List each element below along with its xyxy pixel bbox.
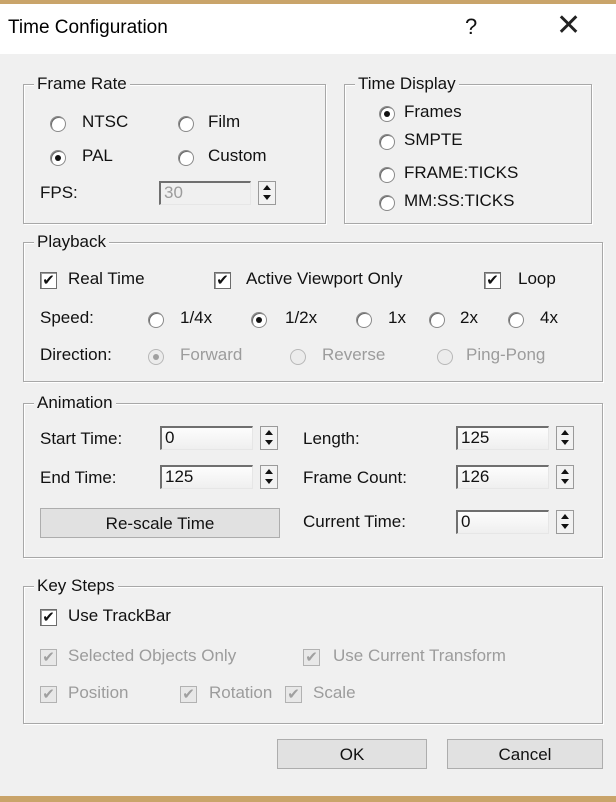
use-trackbar-label: Use TrackBar [68, 606, 171, 625]
direction-label: Direction: [40, 345, 112, 364]
spinner-up-icon[interactable] [557, 427, 573, 438]
start-time-label: Start Time: [40, 429, 123, 448]
radio-speed-4x[interactable] [508, 312, 524, 328]
radio-mm-ss-ticks-label: MM:SS:TICKS [404, 191, 515, 210]
checkbox-rotation: ✔ [180, 686, 197, 703]
direction-forward-label: Forward [180, 345, 243, 364]
end-time-spinner[interactable] [260, 465, 278, 489]
scale-label: Scale [313, 683, 356, 702]
spinner-up-icon[interactable] [261, 427, 277, 438]
checkbox-scale: ✔ [285, 686, 302, 703]
length-spinner[interactable] [556, 426, 574, 450]
spinner-up-icon[interactable] [557, 466, 573, 477]
selected-objects-only-label: Selected Objects Only [68, 646, 237, 665]
spinner-down-icon[interactable] [557, 522, 573, 533]
radio-pal[interactable] [50, 150, 66, 166]
spinner-down-icon[interactable] [557, 438, 573, 449]
end-time-label: End Time: [40, 468, 117, 487]
key-steps-legend: Key Steps [34, 575, 118, 597]
radio-frames-label: Frames [404, 102, 462, 121]
spinner-up-icon[interactable] [261, 466, 277, 477]
checkbox-position: ✔ [40, 686, 57, 703]
speed-half-label: 1/2x [285, 308, 318, 327]
speed-4x-label: 4x [540, 308, 558, 327]
direction-reverse-label: Reverse [322, 345, 386, 364]
dialog-body: Frame Rate NTSC Film PAL Custom FPS: 30 … [0, 54, 616, 796]
checkbox-use-current-transform: ✔ [303, 649, 320, 666]
spinner-down-icon[interactable] [261, 438, 277, 449]
title-bar: Time Configuration ? ✕ [0, 4, 616, 54]
radio-pal-label: PAL [82, 146, 113, 165]
checkbox-use-trackbar[interactable]: ✔ [40, 609, 57, 626]
checkbox-selected-objects-only: ✔ [40, 649, 57, 666]
radio-direction-ping-pong [437, 349, 453, 365]
spinner-down-icon[interactable] [261, 477, 277, 488]
radio-frame-ticks[interactable] [379, 167, 395, 183]
active-viewport-only-label: Active Viewport Only [246, 269, 403, 288]
radio-speed-quarter[interactable] [148, 312, 164, 328]
speed-label: Speed: [40, 308, 94, 327]
radio-custom[interactable] [178, 150, 194, 166]
length-field[interactable]: 125 [456, 426, 549, 450]
radio-mm-ss-ticks[interactable] [379, 195, 395, 211]
window-title: Time Configuration [8, 17, 168, 38]
speed-2x-label: 2x [460, 308, 478, 327]
radio-ntsc-label: NTSC [82, 112, 129, 131]
radio-frames[interactable] [379, 106, 395, 122]
ok-button[interactable]: OK [277, 739, 427, 769]
start-time-spinner[interactable] [260, 426, 278, 450]
radio-smpte-label: SMPTE [404, 130, 463, 149]
fps-field[interactable]: 30 [159, 181, 251, 205]
cancel-button[interactable]: Cancel [447, 739, 603, 769]
direction-ping-pong-label: Ping-Pong [466, 345, 546, 364]
radio-ntsc[interactable] [50, 116, 66, 132]
spinner-down-icon[interactable] [557, 477, 573, 488]
checkbox-real-time[interactable]: ✔ [40, 272, 57, 289]
checkbox-active-viewport-only[interactable]: ✔ [214, 272, 231, 289]
start-time-field[interactable]: 0 [160, 426, 253, 450]
radio-speed-1x[interactable] [356, 312, 372, 328]
current-time-spinner[interactable] [556, 510, 574, 534]
length-label: Length: [303, 429, 360, 448]
spinner-down-icon[interactable] [259, 193, 275, 204]
radio-film-label: Film [208, 112, 241, 131]
end-time-field[interactable]: 125 [160, 465, 253, 489]
radio-frame-ticks-label: FRAME:TICKS [404, 163, 519, 182]
radio-smpte[interactable] [379, 134, 395, 150]
radio-speed-half[interactable] [251, 312, 267, 328]
radio-direction-reverse [290, 349, 306, 365]
use-current-transform-label: Use Current Transform [333, 646, 506, 665]
checkbox-loop[interactable]: ✔ [484, 272, 501, 289]
frame-count-field[interactable]: 126 [456, 465, 549, 489]
animation-legend: Animation [34, 392, 116, 414]
radio-film[interactable] [178, 116, 194, 132]
window-bottom-border [0, 796, 616, 802]
frame-rate-legend: Frame Rate [34, 73, 130, 95]
current-time-label: Current Time: [303, 512, 406, 531]
frame-count-spinner[interactable] [556, 465, 574, 489]
time-display-legend: Time Display [355, 73, 459, 95]
playback-legend: Playback [34, 231, 109, 253]
frame-count-label: Frame Count: [303, 468, 407, 487]
help-button[interactable]: ? [465, 14, 477, 40]
radio-direction-forward [148, 349, 164, 365]
current-time-field[interactable]: 0 [456, 510, 549, 534]
radio-speed-2x[interactable] [429, 312, 445, 328]
rescale-time-button[interactable]: Re-scale Time [40, 508, 280, 538]
fps-spinner[interactable] [258, 181, 276, 205]
radio-custom-label: Custom [208, 146, 267, 165]
close-button[interactable]: ✕ [556, 8, 581, 44]
loop-label: Loop [518, 269, 556, 288]
position-label: Position [68, 683, 129, 702]
spinner-up-icon[interactable] [259, 182, 275, 193]
speed-quarter-label: 1/4x [180, 308, 213, 327]
rotation-label: Rotation [209, 683, 273, 702]
speed-1x-label: 1x [388, 308, 406, 327]
spinner-up-icon[interactable] [557, 511, 573, 522]
real-time-label: Real Time [68, 269, 145, 288]
fps-label: FPS: [40, 183, 78, 202]
